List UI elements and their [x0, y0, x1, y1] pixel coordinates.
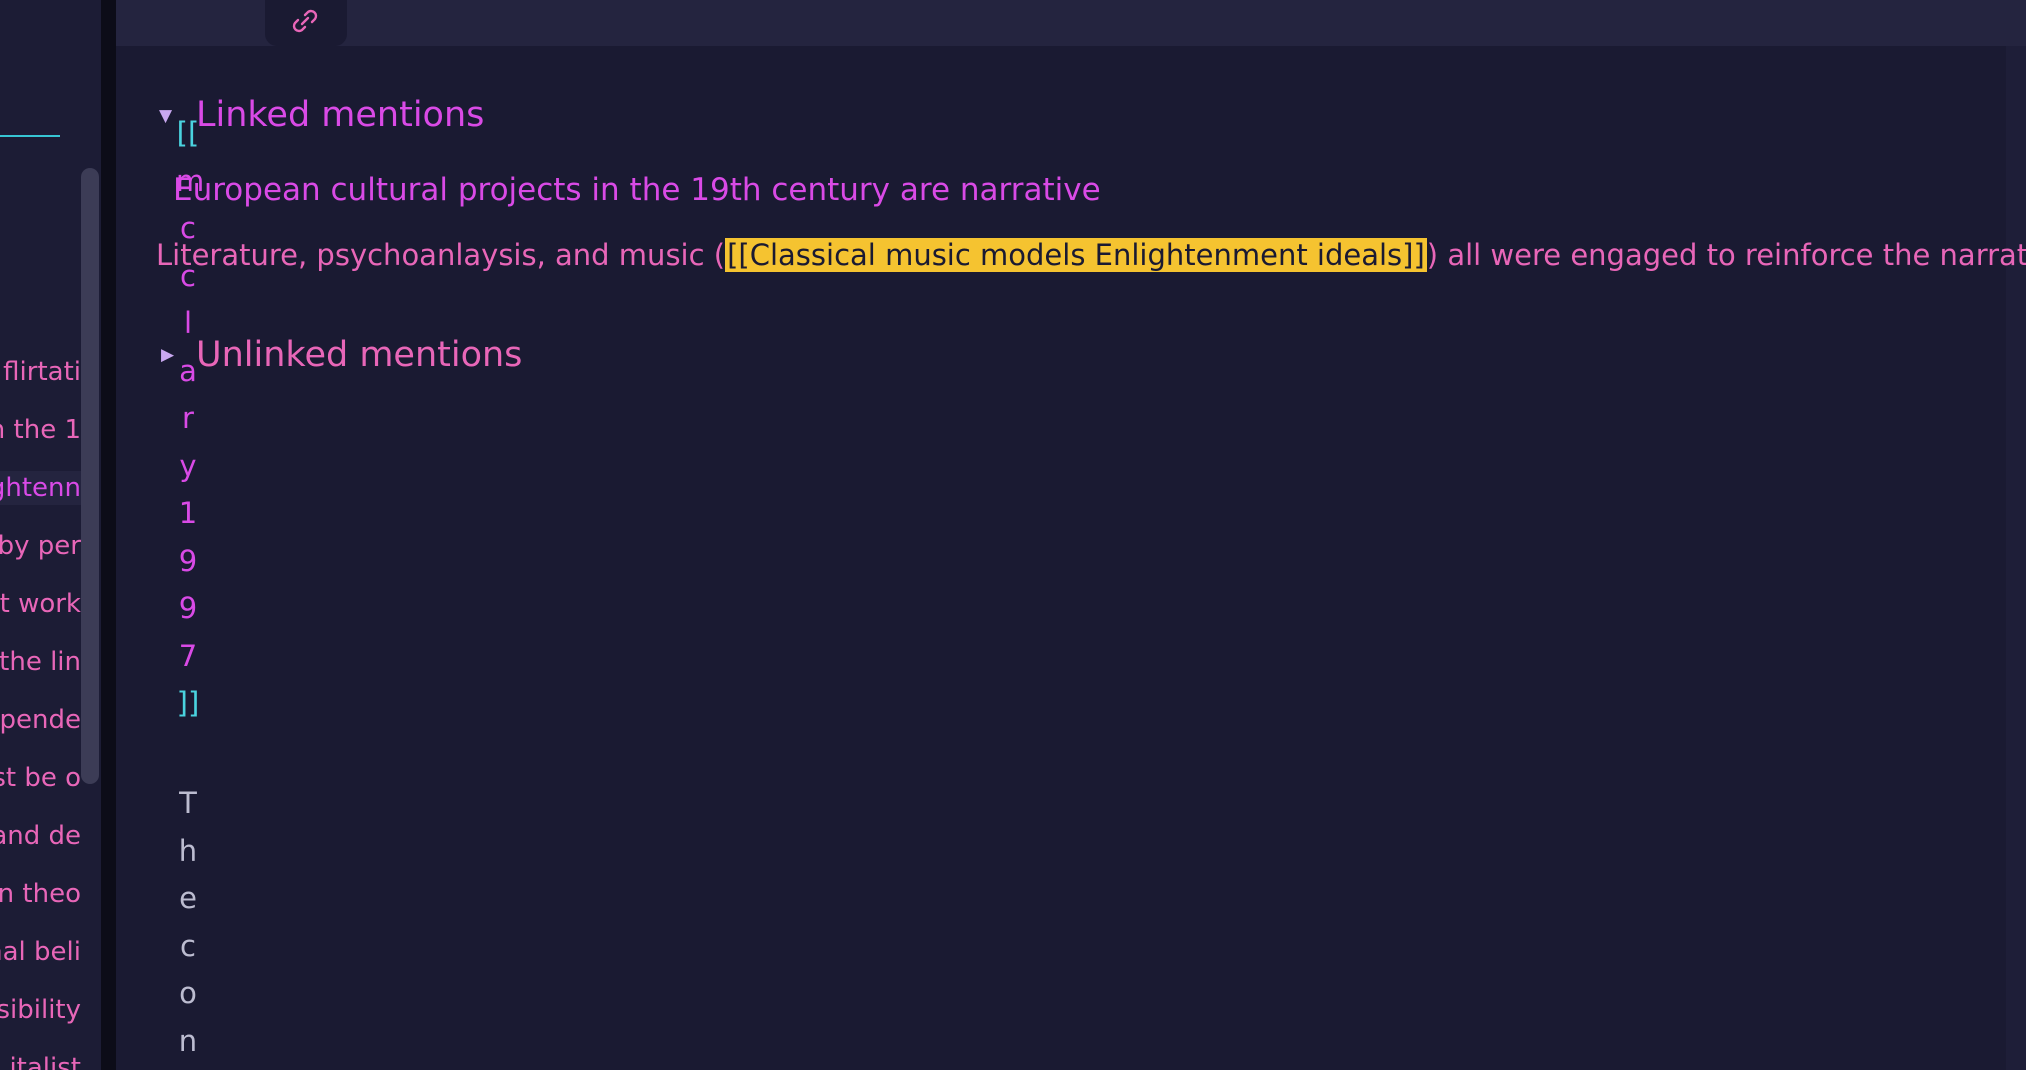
backlink-mention-context: Literature, psychoanlaysis, and music ([… [156, 235, 2026, 275]
link-icon [292, 9, 318, 33]
linked-mentions-title[interactable]: Linked mentions [196, 94, 484, 136]
sidebar-file-item[interactable]: by per [0, 529, 81, 563]
sidebar-file-item[interactable]: flirtati [3, 355, 81, 389]
file-explorer-sidebar: flirtati n the 1 ghtenn by per t work th… [0, 0, 101, 1070]
sidebar-file-item[interactable]: n theo [0, 877, 81, 911]
pane-resize-handle[interactable] [101, 0, 116, 1070]
vertical-char: 7 [178, 638, 198, 673]
sidebar-file-item[interactable]: n the 1 [0, 413, 81, 447]
sidebar-file-item[interactable]: nal beli [0, 935, 81, 969]
sidebar-file-item[interactable]: and de [0, 819, 81, 853]
vertical-char: h [178, 833, 198, 868]
wikilink-open-bracket: [[ [176, 116, 200, 150]
sidebar-file-item[interactable]: t work [0, 587, 81, 621]
sidebar-divider-line [0, 135, 60, 137]
vertical-char: T [179, 786, 197, 820]
backlink-note-title[interactable]: European cultural projects in the 19th c… [173, 170, 1101, 210]
vertical-char: 1 [178, 496, 198, 530]
sidebar-file-item-active[interactable]: ghtenn [0, 471, 81, 505]
vertical-wikilink-text: [[ m c c l a r y 1 9 9 7 ]] [176, 110, 205, 728]
highlighted-wikilink[interactable]: [[Classical music models Enlightenment i… [725, 238, 1427, 272]
vertical-char: y [179, 448, 197, 483]
vertical-char: c [180, 928, 196, 963]
vertical-char: c [180, 258, 196, 293]
collapse-triangle-icon[interactable]: ▼ [159, 108, 172, 125]
vertical-char: c [180, 211, 196, 245]
vertical-char: m [176, 163, 205, 198]
vertical-char: r [182, 401, 194, 435]
mention-text-before: Literature, psychoanlaysis, and music ( [156, 238, 726, 272]
vertical-body-text: T h e c o n [176, 780, 200, 1065]
sidebar-file-item[interactable]: the lin [0, 645, 81, 679]
main-scrollbar-track[interactable] [2006, 46, 2026, 1070]
wikilink-close-bracket: ]] [176, 686, 200, 720]
sidebar-scrollbar[interactable] [81, 168, 99, 784]
sidebar-file-item[interactable]: ust be o [0, 761, 81, 795]
sidebar-file-item[interactable]: italist [9, 1051, 81, 1070]
mention-text-after: ) all were engaged to reinforce the narr… [1426, 238, 2026, 272]
unlinked-mentions-title[interactable]: Unlinked mentions [196, 334, 522, 376]
sidebar-file-item[interactable]: pende [0, 703, 81, 737]
tab-backlinks[interactable] [265, 0, 347, 46]
vertical-char: n [178, 1023, 198, 1058]
vertical-char: o [179, 976, 197, 1010]
vertical-char: 9 [178, 543, 198, 578]
vertical-char: a [179, 353, 197, 388]
vertical-char: l [183, 306, 193, 340]
tab-strip [116, 0, 2026, 46]
vertical-char: 9 [178, 591, 198, 625]
vertical-char: e [179, 881, 197, 915]
expand-triangle-icon[interactable]: ▶ [161, 347, 174, 364]
sidebar-file-item[interactable]: sibility [0, 993, 81, 1027]
